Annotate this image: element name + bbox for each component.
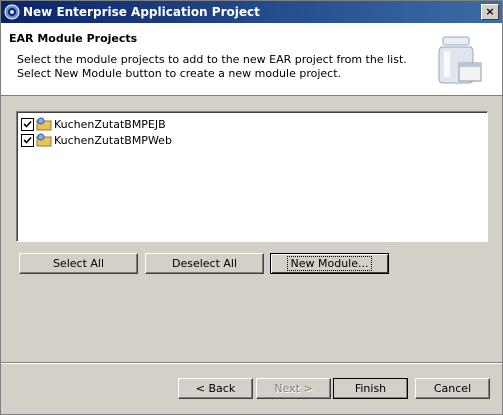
next-button[interactable]: Next > <box>256 378 331 399</box>
new-module-button-label: New Module... <box>286 256 373 271</box>
wizard-header: EAR Module Projects Select the module pr… <box>1 23 502 96</box>
new-ear-project-dialog: New Enterprise Application Project × EAR… <box>0 0 503 415</box>
module-label: KuchenZutatBMPEJB <box>54 118 166 131</box>
folder-project-icon <box>36 117 52 131</box>
page-title: EAR Module Projects <box>9 32 138 45</box>
module-checkbox[interactable] <box>21 134 34 147</box>
back-button[interactable]: < Back <box>178 378 253 399</box>
page-description-line-2: Select New Module button to create a new… <box>17 67 342 80</box>
module-label: KuchenZutatBMPWeb <box>54 134 172 147</box>
divider <box>1 363 502 364</box>
folder-project-icon <box>36 133 52 147</box>
cancel-button[interactable]: Cancel <box>415 378 490 399</box>
close-button[interactable]: × <box>481 4 499 20</box>
select-all-button[interactable]: Select All <box>19 253 138 274</box>
finish-button[interactable]: Finish <box>333 378 408 399</box>
module-projects-list[interactable]: KuchenZutatBMPEJB KuchenZutatBMPWeb <box>16 111 488 242</box>
ear-jar-icon <box>438 36 482 84</box>
deselect-all-button[interactable]: Deselect All <box>145 253 264 274</box>
new-module-button[interactable]: New Module... <box>270 253 389 274</box>
window-title: New Enterprise Application Project <box>23 5 260 19</box>
app-icon <box>4 4 20 20</box>
page-description-line-1: Select the module projects to add to the… <box>17 53 407 66</box>
module-checkbox[interactable] <box>21 118 34 131</box>
title-bar[interactable]: New Enterprise Application Project × <box>1 1 502 23</box>
